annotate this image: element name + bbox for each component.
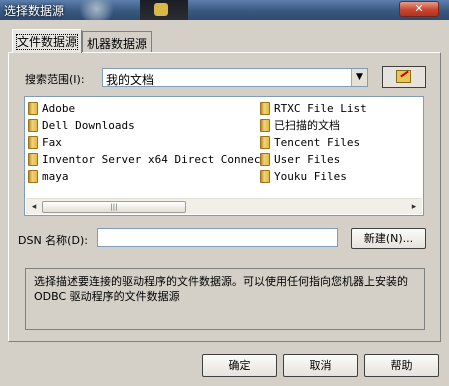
file-name: Youku Files [274,170,347,183]
tab-file-dsn[interactable]: 文件数据源 [12,29,83,53]
file-name: Adobe [42,102,76,115]
cancel-button[interactable]: 取消 [283,354,358,377]
list-item[interactable]: RTXC File List [260,101,367,117]
tab-machine-dsn[interactable]: 机器数据源 [82,31,153,52]
folder-icon [28,170,38,183]
folder-icon [260,119,270,132]
title-bar: 选择数据源 ✕ [0,0,449,20]
background-window-icon [70,0,114,20]
new-folder-button[interactable] [382,66,426,88]
horizontal-scrollbar[interactable]: ◂ ||| ▸ [26,198,422,214]
background-window-icon [140,0,188,20]
folder-icon [28,119,38,132]
new-button[interactable]: 新建(N)... [351,228,426,249]
tab-label: 文件数据源 [15,34,79,50]
list-item[interactable]: Youku Files [260,169,347,185]
chevron-down-icon[interactable]: ▼ [351,69,367,86]
look-in-label: 搜索范围(I): [25,73,85,86]
folder-icon [260,153,270,166]
list-item[interactable]: Dell Downloads [28,118,135,134]
help-button[interactable]: 帮助 [364,354,439,377]
dsn-name-input[interactable] [97,228,338,247]
folder-icon [28,102,38,115]
folder-icon [260,170,270,183]
new-folder-icon [396,70,411,83]
file-name: Tencent Files [274,136,361,149]
folder-icon [260,102,270,115]
look-in-dropdown[interactable]: 我的文档 ▼ [102,68,368,87]
description-box: 选择描述要连接的驱动程序的文件数据源。可以使用任何指向您机器上安装的 ODBC … [25,268,425,330]
list-item[interactable]: Inventor Server x64 Direct Connect [28,152,267,168]
scrollbar-thumb[interactable]: ||| [42,201,186,213]
scroll-right-icon[interactable]: ▸ [406,199,422,215]
file-name: RTXC File List [274,102,367,115]
list-item[interactable]: maya [28,169,69,185]
list-item[interactable]: User Files [260,152,340,168]
tab-label: 机器数据源 [87,37,148,51]
scroll-left-icon[interactable]: ◂ [26,199,42,215]
folder-icon [28,153,38,166]
file-name: Inventor Server x64 Direct Connect [42,153,268,166]
file-name: User Files [274,153,341,166]
list-item[interactable]: Tencent Files [260,135,360,151]
list-item[interactable]: Adobe [28,101,75,117]
list-item[interactable]: 已扫描的文档 [260,118,340,134]
file-name: Fax [42,136,62,149]
file-list[interactable]: Adobe Dell Downloads Fax Inventor Server… [24,96,424,216]
dsn-name-label: DSN 名称(D): [18,234,88,247]
window-title: 选择数据源 [4,4,65,18]
ok-button[interactable]: 确定 [202,354,277,377]
folder-icon [28,136,38,149]
file-name: Dell Downloads [42,119,135,132]
file-name: 已扫描的文档 [274,119,340,132]
list-item[interactable]: Fax [28,135,62,151]
file-name: maya [42,170,69,183]
look-in-value: 我的文档 [106,73,155,87]
folder-icon [260,136,270,149]
close-button[interactable]: ✕ [399,1,439,17]
